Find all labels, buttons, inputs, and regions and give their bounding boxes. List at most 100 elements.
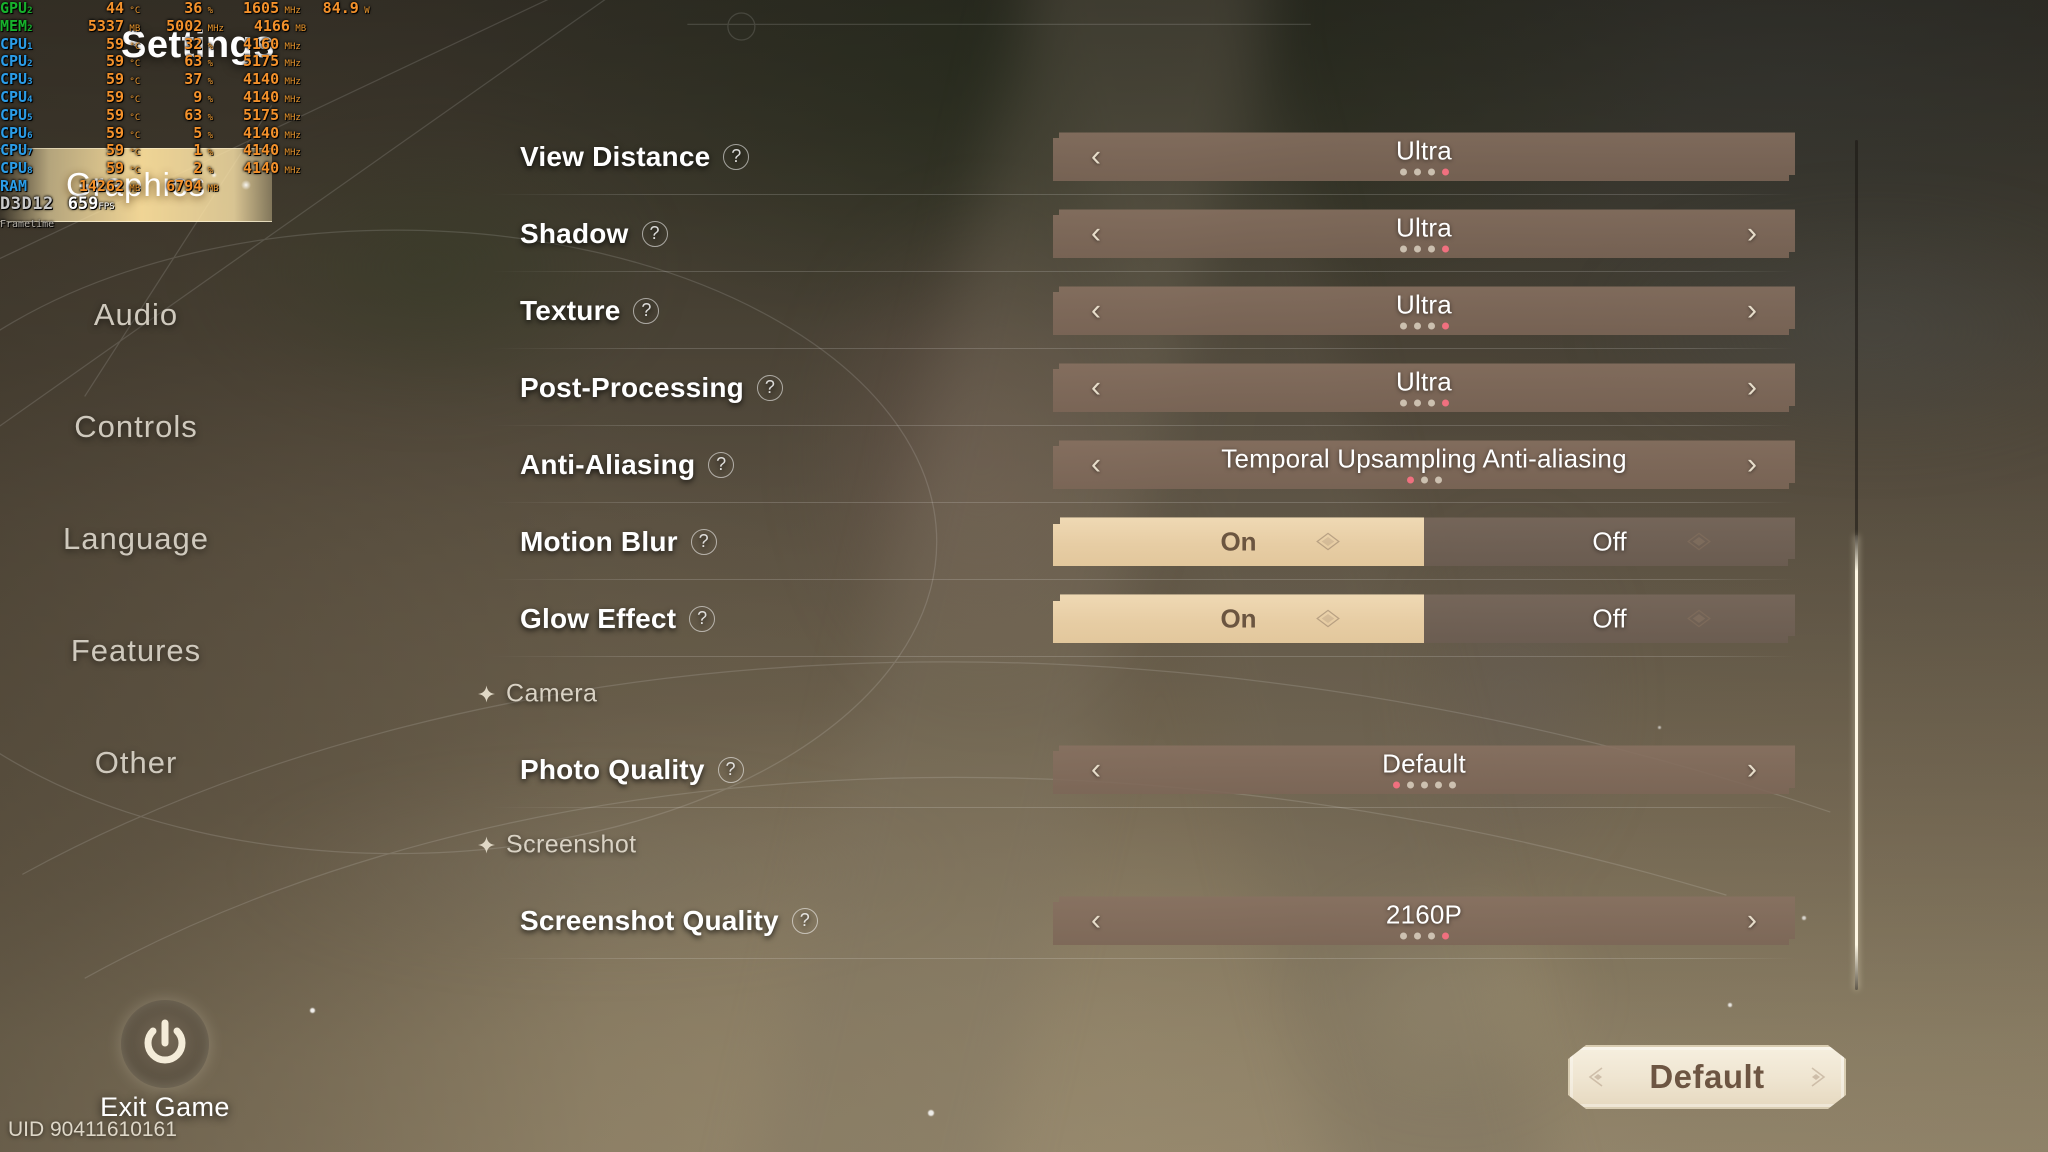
power-icon [121, 1000, 209, 1088]
setting-stepper[interactable]: ‹Ultra› [1053, 132, 1795, 181]
setting-row: Anti-Aliasing? ‹ Temporal Upsampling Anti-… [470, 426, 1795, 503]
stepper-value: Temporal Upsampling Anti-aliasing [1221, 443, 1627, 474]
indicator-dot [1421, 477, 1428, 484]
hud-row: CPU4 59 °C 9 % 4140 MHz [0, 87, 301, 106]
toggle-option-off[interactable]: Off [1424, 517, 1795, 566]
default-button-label: Default [1649, 1058, 1765, 1095]
indicator-dot [1407, 477, 1414, 484]
stepper-prev-arrow[interactable]: ‹ [1053, 373, 1139, 403]
setting-row: Glow Effect? On Off [470, 580, 1795, 657]
setting-toggle[interactable]: On Off [1053, 517, 1795, 566]
help-icon[interactable]: ? [633, 297, 660, 324]
setting-label: Screenshot Quality [520, 904, 779, 936]
section-title: Camera [506, 679, 598, 708]
setting-row: Texture? ‹ Ultra › [470, 272, 1795, 349]
ornament-left-icon [1584, 1064, 1610, 1090]
hud-row: CPU6 59 °C 5 % 4140 MHz [0, 123, 301, 142]
hud-row: CPU3 59 °C 37 % 4140 MHz [0, 70, 301, 89]
toggle-on-label: On [1220, 603, 1257, 633]
stepper-prev-arrow[interactable]: ‹ [1053, 142, 1139, 172]
stepper-prev-arrow[interactable]: ‹ [1053, 296, 1139, 326]
setting-label: Shadow [520, 217, 629, 249]
help-icon[interactable]: ? [641, 220, 668, 247]
setting-stepper[interactable]: ‹ 2160P › [1053, 896, 1795, 945]
default-button[interactable]: Default [1568, 1045, 1846, 1109]
setting-stepper[interactable]: ‹ Temporal Upsampling Anti-aliasing › [1053, 440, 1795, 489]
toggle-option-on[interactable]: On [1053, 594, 1424, 643]
setting-label-group: Texture? [520, 294, 660, 327]
row-divider [490, 958, 1795, 959]
section-title: Screenshot [506, 830, 637, 859]
toggle-off-label: Off [1592, 603, 1627, 633]
setting-label: Texture [520, 294, 621, 326]
setting-label-group: Shadow? [520, 218, 668, 250]
help-icon[interactable]: ? [717, 756, 744, 783]
sparkle-icon [478, 685, 495, 703]
toggle-option-off[interactable]: Off [1424, 594, 1795, 643]
sidebar-item-other[interactable]: Other [0, 726, 272, 800]
indicator-dot [1400, 246, 1407, 253]
power-glyph [144, 1019, 186, 1064]
value-indicator-dots [1393, 782, 1456, 789]
sidebar-item-language[interactable]: Language [0, 502, 272, 576]
value-indicator-dots [1400, 246, 1449, 253]
scrollbar-thumb[interactable] [1855, 535, 1858, 990]
indicator-dot [1428, 933, 1435, 940]
stepper-prev-arrow[interactable]: ‹ [1053, 219, 1139, 249]
help-icon[interactable]: ? [689, 605, 716, 632]
setting-stepper[interactable]: ‹ Ultra › [1053, 286, 1795, 335]
indicator-dot [1442, 169, 1449, 176]
setting-stepper[interactable]: ‹ Default › [1053, 745, 1795, 794]
help-icon[interactable]: ? [723, 143, 750, 170]
settings-list: View Distance?‹Ultra›Shadow?‹Ultra›Textu… [470, 118, 1795, 959]
hud-row: GPU2 44 °C 36 % 1605 MHz 84.9 W [0, 0, 370, 17]
indicator-dot [1428, 246, 1435, 253]
value-indicator-dots [1400, 400, 1449, 407]
sidebar-item-label: Controls [74, 409, 198, 444]
setting-label-group: Glow Effect? [520, 603, 716, 635]
hud-row: CPU1 59 °C 32 % 4160 MHz [0, 34, 301, 53]
stepper-next-arrow[interactable]: › [1709, 373, 1795, 403]
indicator-dot [1449, 782, 1456, 789]
setting-row: Motion Blur? On Off [470, 503, 1795, 580]
help-icon[interactable]: ? [756, 374, 783, 401]
sidebar-item-label: Language [63, 521, 209, 556]
toggle-ornament-icon [1681, 608, 1717, 630]
indicator-dot [1400, 323, 1407, 330]
stepper-next-arrow[interactable]: › [1709, 219, 1795, 249]
setting-row: Post-Processing? ‹ Ultra › [470, 349, 1795, 426]
help-icon[interactable]: ? [791, 907, 818, 934]
help-icon[interactable]: ? [690, 528, 717, 555]
stepper-value: Ultra [1396, 289, 1452, 320]
setting-label: Photo Quality [520, 753, 705, 785]
stepper-value: 2160P [1385, 899, 1463, 930]
stepper-prev-arrow[interactable]: ‹ [1053, 755, 1139, 785]
stepper-next-arrow[interactable]: › [1709, 755, 1795, 785]
indicator-dot [1414, 323, 1421, 330]
indicator-dot [1428, 323, 1435, 330]
stepper-value-group: Ultra [1139, 137, 1709, 175]
sidebar-item-audio[interactable]: Audio [0, 278, 272, 352]
sidebar-item-controls[interactable]: Controls [0, 390, 272, 464]
stepper-value-group: Temporal Upsampling Anti-aliasing [1139, 445, 1709, 483]
setting-stepper[interactable]: ‹Ultra› [1053, 209, 1795, 258]
stepper-next-arrow[interactable]: › [1709, 450, 1795, 480]
sidebar-item-features[interactable]: Features [0, 614, 272, 688]
hud-frametime-row: Frametime [0, 218, 55, 230]
stepper-next-arrow[interactable]: › [1709, 296, 1795, 326]
hud-row: CPU2 59 °C 63 % 5175 MHz [0, 52, 301, 71]
stepper-prev-arrow[interactable]: ‹ [1053, 906, 1139, 936]
setting-label-group: Anti-Aliasing? [520, 449, 735, 481]
hud-row: CPU7 59 °C 1 % 4140 MHz [0, 141, 301, 160]
exit-game-button[interactable]: Exit Game [100, 1000, 230, 1123]
setting-toggle[interactable]: On Off [1053, 594, 1795, 643]
stepper-next-arrow[interactable]: › [1709, 906, 1795, 936]
help-icon[interactable]: ? [708, 451, 735, 478]
stepper-value-group: Ultra [1139, 214, 1709, 252]
indicator-dot [1435, 477, 1442, 484]
stepper-value: Default [1382, 748, 1466, 779]
setting-stepper[interactable]: ‹Ultra› [1053, 363, 1795, 412]
toggle-option-on[interactable]: On [1053, 517, 1424, 566]
stepper-prev-arrow[interactable]: ‹ [1053, 450, 1139, 480]
hud-api-row: D3D12 659FPS [0, 193, 115, 214]
